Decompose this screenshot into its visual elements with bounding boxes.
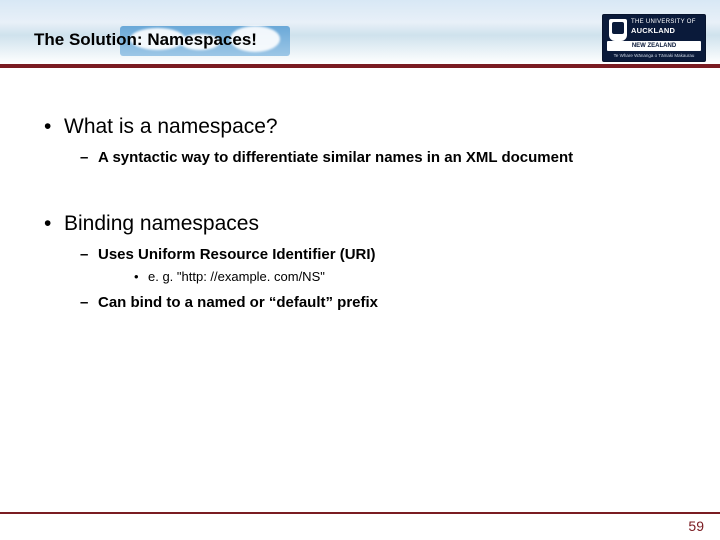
example-uri: e. g. "http: //example. com/NS" bbox=[98, 269, 680, 284]
slide-title: The Solution: Namespaces! bbox=[34, 30, 257, 50]
bullet-text: What is a namespace? bbox=[64, 115, 278, 138]
subbullet-bind-prefix: Can bind to a named or “default” prefix bbox=[64, 294, 680, 311]
content-area: What is a namespace? A syntactic way to … bbox=[40, 115, 680, 329]
subbullet-text: A syntactic way to differentiate similar… bbox=[98, 149, 573, 166]
example-text: e. g. "http: //example. com/NS" bbox=[148, 269, 325, 284]
page-number: 59 bbox=[688, 518, 704, 534]
subbullet-text: Uses Uniform Resource Identifier (URI) bbox=[98, 246, 376, 263]
spacer bbox=[40, 184, 680, 212]
logo-line2: AUCKLAND bbox=[631, 26, 675, 35]
footer-divider bbox=[0, 512, 720, 514]
subbullet-uses-uri: Uses Uniform Resource Identifier (URI) e… bbox=[64, 246, 680, 284]
logo-maori: Te Whare Wānanga o Tāmaki Makaurau bbox=[607, 53, 701, 58]
university-logo: THE UNIVERSITY OF AUCKLAND NEW ZEALAND T… bbox=[602, 14, 706, 62]
subbullet-syntactic-way: A syntactic way to differentiate similar… bbox=[64, 149, 680, 166]
bullet-binding-namespaces: Binding namespaces Uses Uniform Resource… bbox=[40, 212, 680, 311]
slide: The Solution: Namespaces! THE UNIVERSITY… bbox=[0, 0, 720, 540]
subbullet-text: Can bind to a named or “default” prefix bbox=[98, 294, 378, 311]
bullet-text: Binding namespaces bbox=[64, 212, 259, 235]
header-divider bbox=[0, 64, 720, 68]
bullet-what-is-namespace: What is a namespace? A syntactic way to … bbox=[40, 115, 680, 166]
crest-icon bbox=[609, 19, 627, 41]
logo-line1: THE UNIVERSITY OF bbox=[631, 19, 696, 26]
logo-band: NEW ZEALAND bbox=[607, 41, 701, 51]
